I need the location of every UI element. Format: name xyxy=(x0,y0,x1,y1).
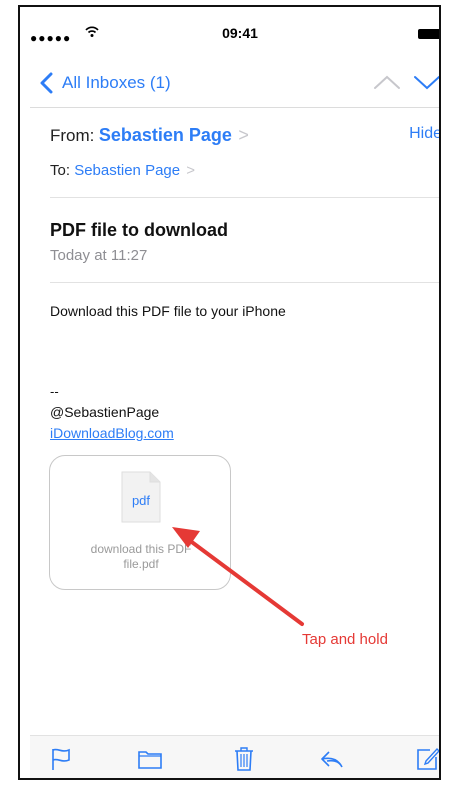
divider xyxy=(50,197,439,198)
annotation-arrow xyxy=(172,527,304,626)
recipient-chevron-icon: > xyxy=(186,162,196,179)
wifi-icon xyxy=(85,26,99,37)
navigation-bar: All Inboxes (1) xyxy=(30,52,441,108)
chevron-left-icon[interactable] xyxy=(39,72,55,94)
screenshot-frame: ●●●●● 09:41 All Inboxes (1) From: Sebast… xyxy=(18,5,441,780)
battery-icon xyxy=(418,29,439,39)
status-time: 09:41 xyxy=(222,25,258,41)
annotation-label: Tap and hold xyxy=(302,631,388,648)
attachment-filename-line2: file.pdf xyxy=(123,557,159,571)
chevron-down-icon[interactable] xyxy=(412,72,441,92)
back-button[interactable]: All Inboxes (1) xyxy=(62,73,171,93)
message-date: Today at 11:27 xyxy=(50,247,148,264)
sender-chevron-icon: > xyxy=(238,125,249,145)
to-row: To: Sebastien Page > xyxy=(50,162,439,186)
signature-handle: @SebastienPage xyxy=(50,404,160,420)
from-label: From: xyxy=(50,126,95,145)
compose-icon[interactable] xyxy=(415,746,441,772)
signature-link[interactable]: iDownloadBlog.com xyxy=(50,425,174,441)
signal-strength: ●●●●● xyxy=(30,31,72,45)
chevron-up-icon[interactable] xyxy=(372,72,402,92)
from-row: From: Sebastien Page > Hide xyxy=(50,125,439,153)
signature-separator: -- xyxy=(50,384,59,399)
hide-button[interactable]: Hide xyxy=(409,125,439,143)
to-label: To: xyxy=(50,162,71,179)
attachment-filename: download this PDF file.pdf xyxy=(60,542,222,572)
message-subject: PDF file to download xyxy=(50,220,228,240)
pdf-icon-label: pdf xyxy=(131,493,151,508)
mail-screen: ●●●●● 09:41 All Inboxes (1) From: Sebast… xyxy=(30,7,441,778)
recipient-name[interactable]: Sebastien Page xyxy=(74,162,180,179)
divider xyxy=(50,282,439,283)
attachment-filename-line1: download this PDF xyxy=(90,542,192,556)
bottom-toolbar xyxy=(30,735,441,778)
reply-icon[interactable] xyxy=(319,746,345,772)
trash-icon[interactable] xyxy=(231,746,257,772)
message-body: Download this PDF file to your iPhone xyxy=(50,303,286,319)
status-bar: ●●●●● 09:41 xyxy=(30,7,439,47)
sender-name[interactable]: Sebastien Page xyxy=(99,125,232,145)
folder-icon[interactable] xyxy=(137,746,163,772)
flag-icon[interactable] xyxy=(49,746,75,772)
pdf-attachment[interactable]: pdf download this PDF file.pdf xyxy=(49,455,231,590)
